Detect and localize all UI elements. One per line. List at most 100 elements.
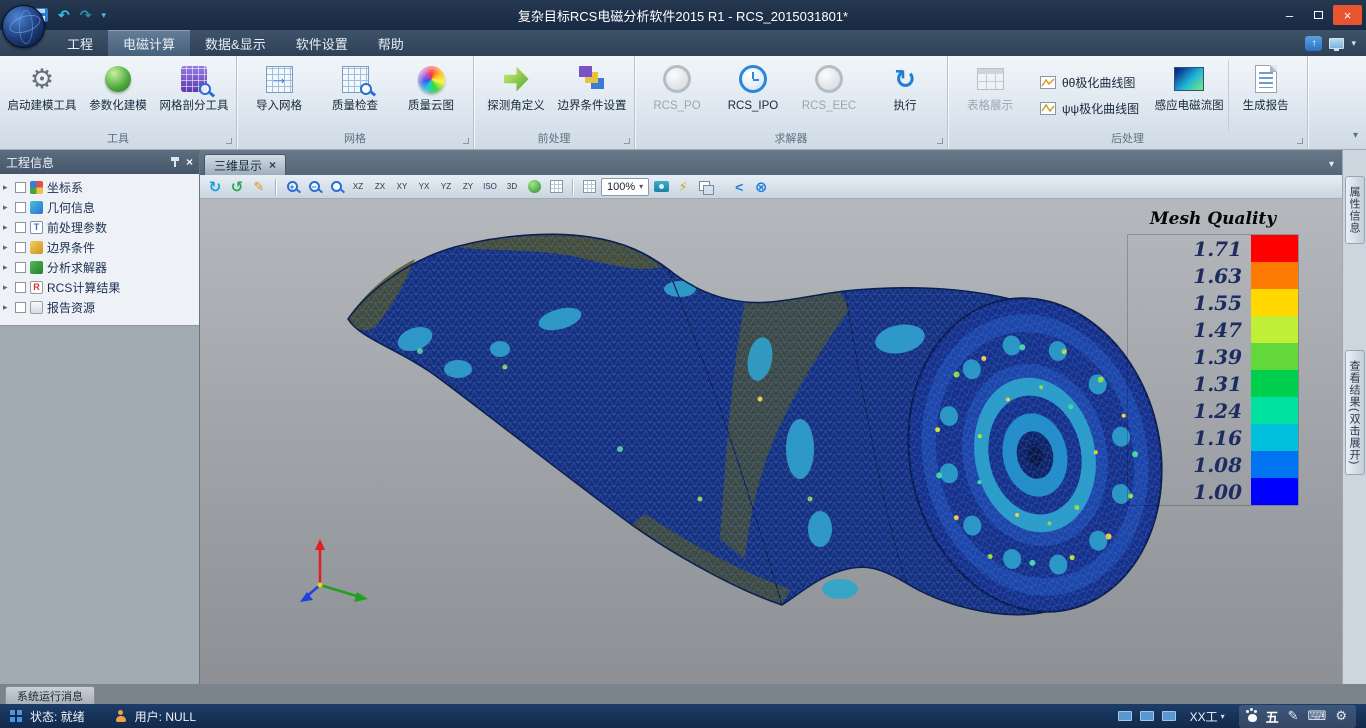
- minimize-button[interactable]: –: [1275, 5, 1304, 25]
- table-display-button[interactable]: 表格展示: [953, 59, 1027, 132]
- tree-checkbox[interactable]: [15, 282, 26, 293]
- undo-icon[interactable]: ↶: [58, 8, 70, 22]
- expand-arrow-icon[interactable]: ▸: [3, 222, 11, 233]
- sketch-button[interactable]: ✎: [249, 177, 269, 197]
- pin-icon[interactable]: [170, 157, 180, 167]
- reset-view-button[interactable]: ↻: [205, 177, 225, 197]
- ime-mode-label[interactable]: 五: [1266, 707, 1279, 726]
- expand-arrow-icon[interactable]: ▸: [3, 182, 11, 193]
- ime-settings-gear-icon[interactable]: ⚙: [1335, 708, 1347, 724]
- monitor-icon[interactable]: [1329, 38, 1344, 49]
- attribute-info-vertical-tab[interactable]: 属性信息: [1345, 176, 1365, 244]
- expand-arrow-icon[interactable]: ▸: [3, 262, 11, 273]
- menu-tab-help[interactable]: 帮助: [363, 30, 419, 56]
- rcs-po-button[interactable]: RCS_PO: [640, 59, 714, 132]
- tray-label[interactable]: XX工 ▾: [1190, 708, 1225, 725]
- zoom-out-button[interactable]: −: [304, 177, 324, 197]
- launch-modeling-tool-button[interactable]: ⚙ 启动建模工具: [5, 59, 79, 132]
- tree-item-analysis-solver[interactable]: ▸ 分析求解器: [0, 257, 199, 277]
- psi-polarization-curve-button[interactable]: ψψ极化曲线图: [1034, 98, 1145, 119]
- tree-checkbox[interactable]: [15, 262, 26, 273]
- theta-polarization-curve-button[interactable]: θθ极化曲线图: [1034, 72, 1145, 93]
- tree-item-report-resource[interactable]: ▸ 报告资源: [0, 297, 199, 317]
- tree-checkbox[interactable]: [15, 182, 26, 193]
- induced-em-current-map-button[interactable]: 感应电磁流图: [1152, 59, 1226, 132]
- tray-monitor-icon[interactable]: [1162, 711, 1176, 721]
- shaded-view-button[interactable]: [524, 177, 544, 197]
- parametric-modeling-button[interactable]: 参数化建模: [81, 59, 155, 132]
- generate-report-button[interactable]: 生成报告: [1228, 59, 1302, 132]
- tree-item-label[interactable]: 几何信息: [47, 199, 95, 216]
- zoom-in-button[interactable]: +: [282, 177, 302, 197]
- zoom-window-button[interactable]: [326, 177, 346, 197]
- maximize-button[interactable]: [1304, 5, 1333, 25]
- flow-share-button[interactable]: <: [729, 177, 749, 197]
- tree-item-label[interactable]: 前处理参数: [47, 219, 107, 236]
- tree-item-coordinate-system[interactable]: ▸ 坐标系: [0, 177, 199, 197]
- layers-button[interactable]: [695, 177, 715, 197]
- view-preset-button[interactable]: ISO: [480, 177, 500, 197]
- tree-item-label[interactable]: 坐标系: [47, 179, 83, 196]
- grid-toggle-button[interactable]: [579, 177, 599, 197]
- ime-keyboard-icon[interactable]: ⌨: [1308, 708, 1327, 724]
- qat-dropdown-icon[interactable]: ▾: [101, 10, 106, 21]
- mesh-partition-tool-button[interactable]: 网格剖分工具: [157, 59, 231, 132]
- tray-monitor-icon[interactable]: [1140, 711, 1154, 721]
- system-message-tab[interactable]: 系统运行消息: [5, 686, 95, 704]
- menu-tab-project[interactable]: 工程: [52, 30, 108, 56]
- rcs-eec-button[interactable]: RCS_EEC: [792, 59, 866, 132]
- collapse-ribbon-icon[interactable]: ↑: [1305, 36, 1322, 51]
- tree-item-label[interactable]: 分析求解器: [47, 259, 107, 276]
- expand-arrow-icon[interactable]: ▸: [3, 282, 11, 293]
- rcs-ipo-button[interactable]: RCS_IPO: [716, 59, 790, 132]
- expand-arrow-icon[interactable]: ▸: [3, 202, 11, 213]
- tree-item-boundary-condition[interactable]: ▸ 边界条件: [0, 237, 199, 257]
- wireframe-view-button[interactable]: [546, 177, 566, 197]
- measure-button[interactable]: ⚡: [673, 177, 693, 197]
- view-preset-button[interactable]: ZY: [458, 177, 478, 197]
- view-results-vertical-tab[interactable]: 查看结果(双击展开): [1345, 350, 1365, 475]
- menu-tab-em-computation[interactable]: 电磁计算: [108, 30, 190, 56]
- menu-tab-settings[interactable]: 软件设置: [281, 30, 363, 56]
- quality-check-button[interactable]: 质量检查: [318, 59, 392, 132]
- capture-button[interactable]: [651, 177, 671, 197]
- tray-monitor-icon[interactable]: [1118, 711, 1132, 721]
- expand-arrow-icon[interactable]: ▸: [3, 302, 11, 313]
- view-preset-button[interactable]: XZ: [348, 177, 368, 197]
- close-button[interactable]: ×: [1333, 5, 1362, 25]
- ime-paw-icon[interactable]: [1248, 714, 1257, 722]
- redo-icon[interactable]: ↷: [80, 8, 92, 22]
- view-preset-button[interactable]: 3D: [502, 177, 522, 197]
- menu-tab-data-display[interactable]: 数据&显示: [190, 30, 281, 56]
- quality-cloud-map-button[interactable]: 质量云图: [394, 59, 468, 132]
- tree-item-geometry-info[interactable]: ▸ 几何信息: [0, 197, 199, 217]
- tree-checkbox[interactable]: [15, 202, 26, 213]
- tree-item-label[interactable]: 边界条件: [47, 239, 95, 256]
- zoom-level-select[interactable]: 100% ▾: [601, 178, 649, 196]
- menu-dropdown-icon[interactable]: ▾: [1351, 38, 1356, 49]
- view-preset-button[interactable]: XY: [392, 177, 412, 197]
- expand-arrow-icon[interactable]: ▸: [3, 242, 11, 253]
- tree-item-label[interactable]: 报告资源: [47, 299, 95, 316]
- tree-item-label[interactable]: RCS计算结果: [47, 279, 120, 296]
- cancel-operation-button[interactable]: ⊗: [751, 177, 771, 197]
- tree-checkbox[interactable]: [15, 302, 26, 313]
- view-preset-button[interactable]: YZ: [436, 177, 456, 197]
- tree-checkbox[interactable]: [15, 222, 26, 233]
- view-preset-button[interactable]: ZX: [370, 177, 390, 197]
- orbit-view-button[interactable]: ↺: [227, 177, 247, 197]
- tree-item-rcs-results[interactable]: ▸ R RCS计算结果: [0, 277, 199, 297]
- view-preset-button[interactable]: YX: [414, 177, 434, 197]
- execute-button[interactable]: ↻ 执行: [868, 59, 942, 132]
- tree-item-preprocess-params[interactable]: ▸ T 前处理参数: [0, 217, 199, 237]
- import-mesh-button[interactable]: → 导入网格: [242, 59, 316, 132]
- boundary-condition-settings-button[interactable]: 边界条件设置: [555, 59, 629, 132]
- tab-3d-display[interactable]: 三维显示 ×: [204, 154, 286, 175]
- probe-angle-definition-button[interactable]: 探测角定义: [479, 59, 553, 132]
- tab-close-icon[interactable]: ×: [269, 158, 276, 172]
- panel-close-icon[interactable]: ×: [186, 155, 193, 169]
- tree-checkbox[interactable]: [15, 242, 26, 253]
- 3d-viewport[interactable]: Mesh Quality 1.71 1.63 1.55 1.47 1.39 1.…: [200, 199, 1342, 684]
- ribbon-collapse-icon[interactable]: ▾: [1353, 130, 1358, 141]
- tab-list-dropdown-icon[interactable]: ▾: [1329, 159, 1342, 175]
